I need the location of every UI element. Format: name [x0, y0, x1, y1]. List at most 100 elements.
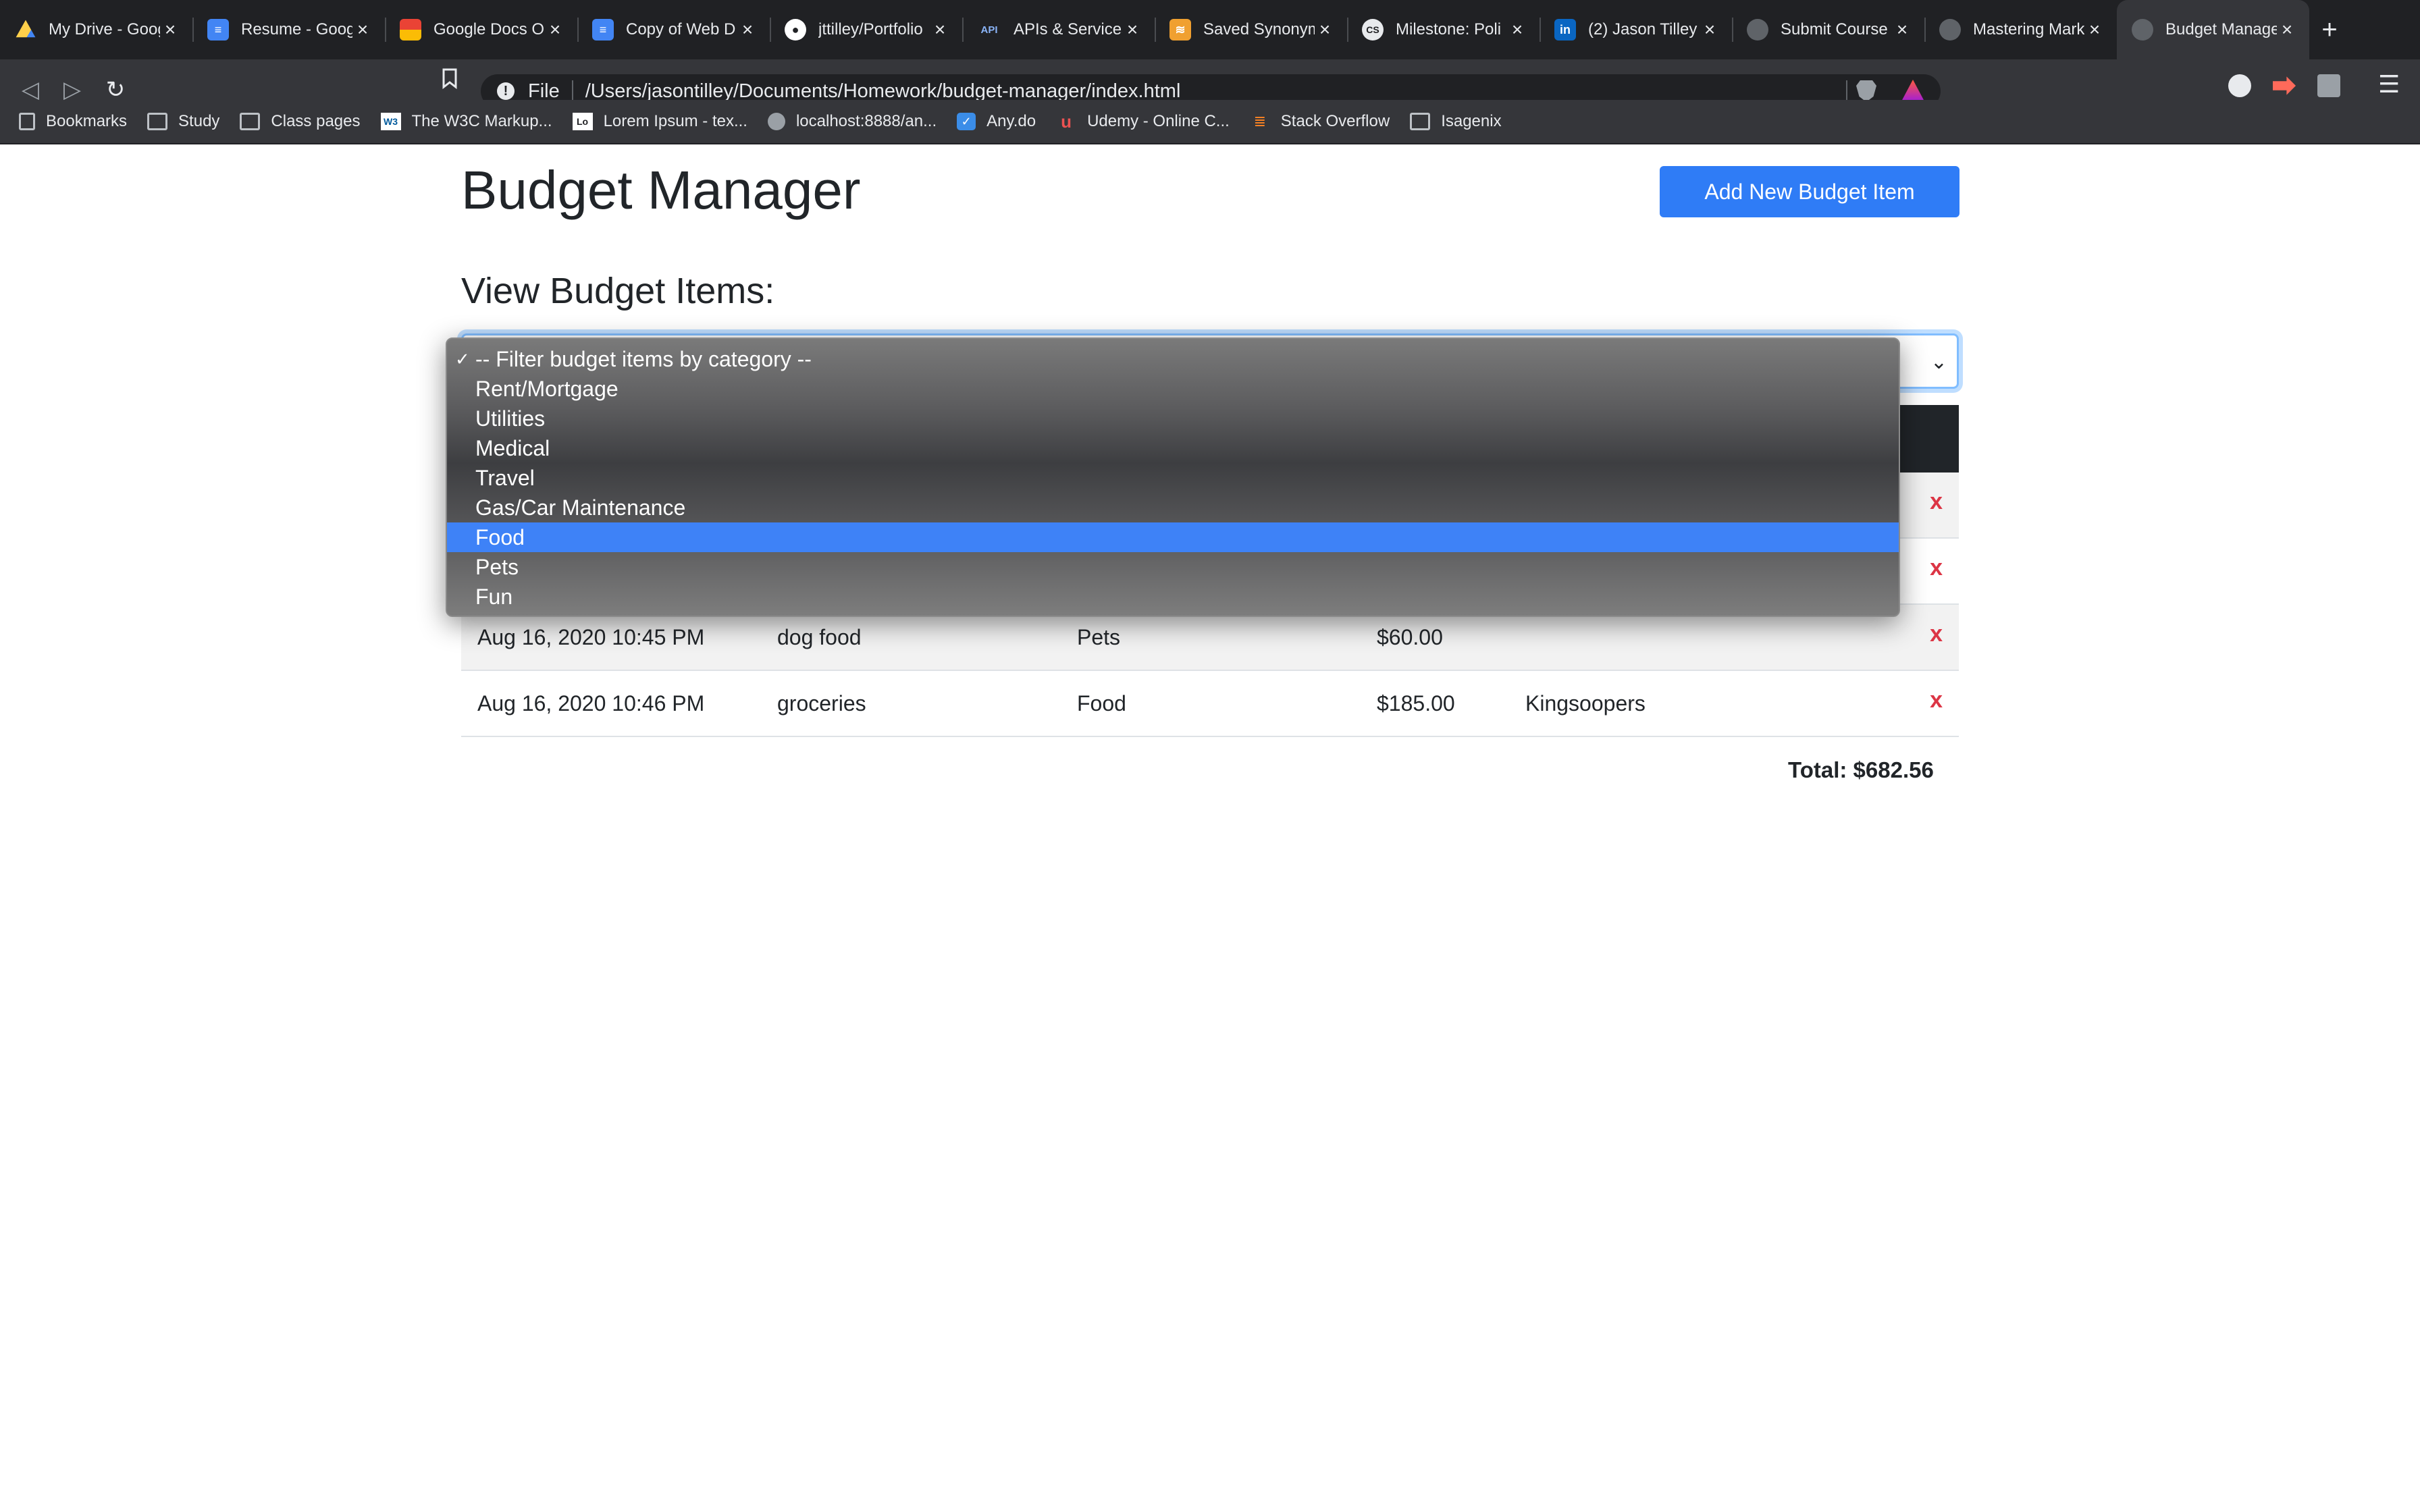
- tab-title: Copy of Web D: [626, 20, 736, 38]
- tab-title: Resume - Google Docs: [241, 20, 352, 38]
- delete-item-button[interactable]: x: [1930, 687, 1943, 713]
- menu-icon[interactable]: ☰: [2378, 70, 2400, 99]
- add-budget-item-button[interactable]: Add New Budget Item: [1660, 166, 1959, 217]
- info-icon[interactable]: !: [497, 82, 515, 100]
- bookmark-label: localhost:8888/an...: [795, 112, 937, 130]
- close-icon[interactable]: ×: [1700, 19, 1720, 40]
- globe-icon: [2132, 19, 2153, 40]
- row-category: Food: [1077, 691, 1126, 716]
- close-icon[interactable]: ×: [2084, 19, 2105, 40]
- row-amount: $60.00: [1377, 625, 1443, 649]
- close-icon[interactable]: ×: [352, 19, 373, 40]
- bookmark-item[interactable]: localhost:8888/an...: [767, 112, 937, 131]
- close-icon[interactable]: ×: [1315, 19, 1335, 40]
- bookmark-item[interactable]: Class pages: [240, 112, 361, 131]
- browser-tab[interactable]: Mastering Mark ×: [1924, 0, 2117, 59]
- tab-title: Budget Manager: [2165, 20, 2277, 38]
- browser-tab[interactable]: CS Milestone: Poli ×: [1347, 0, 1540, 59]
- brave-shields-icon[interactable]: [1856, 80, 1876, 102]
- bookmark-label: Bookmarks: [46, 112, 128, 130]
- extension-icon[interactable]: [2228, 74, 2251, 97]
- bookmark-page-icon[interactable]: [440, 68, 459, 89]
- bookmarks-bar: Bookmarks Study Class pages W3 The W3C M…: [0, 100, 2420, 144]
- option-label: Fun: [475, 585, 513, 609]
- close-icon[interactable]: ×: [1507, 19, 1527, 40]
- row-description: dog food: [777, 625, 862, 649]
- dropdown-option[interactable]: Medical: [447, 433, 1899, 463]
- bookmark-label: Udemy - Online C...: [1087, 112, 1230, 130]
- option-label: Rent/Mortgage: [475, 377, 619, 401]
- checkmark-icon: ✓: [455, 349, 470, 369]
- bookmark-item[interactable]: Lo Lorem Ipsum - tex...: [572, 112, 747, 131]
- tab-title: Milestone: Poli: [1396, 20, 1502, 38]
- bookmarks-icon: [19, 113, 35, 130]
- dropdown-option[interactable]: ✓ -- Filter budget items by category --: [447, 344, 1899, 374]
- browser-tab[interactable]: Google Docs O ×: [385, 0, 577, 59]
- bookmark-item[interactable]: Study: [147, 112, 219, 131]
- category-dropdown-menu: ✓ -- Filter budget items by category -- …: [446, 338, 1900, 617]
- close-icon[interactable]: ×: [160, 19, 180, 40]
- bookmark-label: Any.do: [987, 112, 1036, 130]
- bookmark-item[interactable]: Isagenix: [1410, 112, 1502, 131]
- bookmark-label: Stack Overflow: [1280, 112, 1390, 130]
- bookmark-item[interactable]: u Udemy - Online C...: [1056, 112, 1230, 131]
- delete-item-button[interactable]: x: [1930, 621, 1943, 647]
- option-label: Utilities: [475, 406, 546, 431]
- browser-tab[interactable]: My Drive - Google Drive ×: [0, 0, 192, 59]
- browser-tab[interactable]: ● jttilley/Portfolio ×: [770, 0, 962, 59]
- url-text[interactable]: /Users/jasontilley/Documents/Homework/bu…: [585, 80, 1181, 103]
- divider: [571, 80, 573, 102]
- close-icon[interactable]: ×: [545, 19, 565, 40]
- udemy-icon: u: [1061, 111, 1072, 132]
- dropdown-option[interactable]: Utilities: [447, 404, 1899, 433]
- browser-tab[interactable]: ≡ Copy of Web D ×: [577, 0, 770, 59]
- close-icon[interactable]: ×: [2277, 19, 2297, 40]
- dropdown-option[interactable]: Travel: [447, 463, 1899, 493]
- dropdown-option[interactable]: Pets: [447, 552, 1899, 582]
- new-tab-button[interactable]: +: [2309, 0, 2350, 59]
- cs-icon: CS: [1362, 19, 1384, 40]
- github-icon: [1939, 19, 1961, 40]
- dropdown-option[interactable]: Rent/Mortgage: [447, 374, 1899, 404]
- row-category: Pets: [1077, 625, 1121, 649]
- stackoverflow-icon: ≣: [1253, 113, 1267, 130]
- option-label: Medical: [475, 436, 550, 460]
- tab-title: jttilley/Portfolio: [818, 20, 923, 38]
- close-icon[interactable]: ×: [1892, 19, 1912, 40]
- tab-title: (2) Jason Tilley: [1588, 20, 1698, 38]
- close-icon[interactable]: ×: [930, 19, 950, 40]
- tab-title: Google Docs O: [433, 20, 545, 38]
- dropdown-option[interactable]: Fun: [447, 582, 1899, 612]
- row-date: Aug 16, 2020 10:45 PM: [477, 625, 705, 649]
- browser-tab[interactable]: Submit Course ×: [1732, 0, 1924, 59]
- bookmark-label: Isagenix: [1441, 112, 1502, 130]
- row-notes: Kingsoopers: [1525, 691, 1646, 716]
- browser-tab[interactable]: API APIs & Services ×: [962, 0, 1155, 59]
- delete-item-button[interactable]: x: [1930, 555, 1943, 581]
- bookmark-item[interactable]: Bookmarks: [19, 112, 127, 131]
- option-label: Food: [475, 525, 525, 549]
- bookmark-item[interactable]: ✓ Any.do: [957, 112, 1036, 131]
- option-label: Travel: [475, 466, 535, 490]
- option-label: -- Filter budget items by category --: [475, 347, 812, 371]
- bookmark-item[interactable]: ≣ Stack Overflow: [1250, 112, 1390, 131]
- globe-icon: [1747, 19, 1768, 40]
- bookmark-item[interactable]: W3 The W3C Markup...: [380, 112, 552, 131]
- browser-tab[interactable]: in (2) Jason Tilley ×: [1540, 0, 1732, 59]
- dropdown-option-highlighted[interactable]: Food: [447, 522, 1899, 552]
- close-icon[interactable]: ×: [1122, 19, 1142, 40]
- anydo-icon: ✓: [957, 113, 976, 130]
- extensions-puzzle-icon[interactable]: [2317, 74, 2340, 97]
- folder-icon: [1410, 113, 1431, 130]
- browser-tab[interactable]: ≡ Resume - Google Docs ×: [192, 0, 385, 59]
- budget-total: Total: $682.56: [1788, 757, 1934, 782]
- lorem-ipsum-icon: Lo: [572, 113, 593, 130]
- localhost-icon: [767, 113, 785, 130]
- close-icon[interactable]: ×: [737, 19, 758, 40]
- bookmark-label: Lorem Ipsum - tex...: [603, 112, 747, 130]
- browser-tab[interactable]: ≋ Saved Synonyms ×: [1155, 0, 1347, 59]
- dropdown-option[interactable]: Gas/Car Maintenance: [447, 493, 1899, 522]
- delete-item-button[interactable]: x: [1930, 489, 1943, 515]
- brave-rewards-icon[interactable]: [1901, 80, 1924, 101]
- browser-tab-active[interactable]: Budget Manager ×: [2117, 0, 2309, 59]
